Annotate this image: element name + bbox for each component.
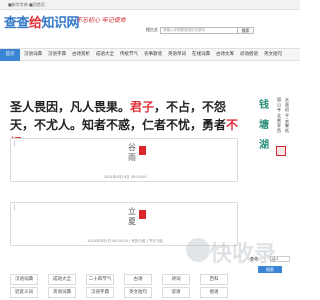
nav-item[interactable]: 在线词典: [190, 49, 212, 61]
category-link[interactable]: 诗词: [162, 274, 190, 285]
search-bar: 搜古文 请输入你想要搜索的关键词 搜索: [146, 26, 254, 34]
nav-item[interactable]: 汉语词典: [22, 49, 44, 61]
card-title: 谷雨: [128, 143, 136, 162]
nav-item[interactable]: 传统节气: [118, 49, 140, 61]
search-label: 搜古文: [146, 27, 158, 32]
search-input[interactable]: 请输入你想要搜索的关键词: [160, 26, 238, 34]
card-title: 立夏: [128, 207, 136, 226]
side-poem-title[interactable]: 钱塘湖: [258, 96, 270, 156]
category-link[interactable]: 百科: [200, 274, 228, 285]
site-logo[interactable]: 查查给知识网: [4, 12, 80, 31]
nav-item[interactable]: 谚语俗语: [238, 49, 260, 61]
nav-item-home[interactable]: 首页: [0, 49, 20, 61]
nav-item[interactable]: 农事歌谣: [142, 49, 164, 61]
nav-item[interactable]: 汉语字典: [46, 49, 68, 61]
category-link[interactable]: 汉语词典: [10, 274, 38, 285]
watermark-logo-icon: [186, 238, 210, 262]
top-links[interactable]: ■新华字典 ■回首页: [8, 2, 45, 8]
site-slogan: 不忘初心 牢记使命: [76, 17, 126, 24]
side-poem-line: 水面初平云脚低: [285, 97, 289, 134]
category-link[interactable]: 近反义词: [10, 287, 38, 298]
category-link[interactable]: 英文短句: [124, 287, 152, 298]
category-link[interactable]: 汉语字典: [86, 287, 114, 298]
search-button[interactable]: 搜索: [238, 26, 254, 34]
nav-item[interactable]: 古诗文库: [214, 49, 236, 61]
top-bar: ■新华字典 ■回首页: [0, 0, 300, 10]
category-link[interactable]: 谚语: [162, 287, 190, 298]
nav-item[interactable]: 英文短句: [262, 49, 284, 61]
image-placeholder-icon: ▏: [14, 205, 18, 211]
solar-term-card[interactable]: ▏ 谷雨 2024年4月19日 09:00:00: [10, 138, 238, 182]
card-meta: 2024年4月19日 09:00:00: [103, 175, 147, 179]
main-nav: 首页 汉语词典 汉语字典 古诗赏析 成语大全 传统节气 农事歌谣 英语单词 在线…: [0, 48, 300, 61]
watermark: 快收录: [210, 242, 277, 267]
image-placeholder-icon: ▏: [14, 141, 18, 147]
category-link[interactable]: 俗语: [200, 287, 228, 298]
side-poem-line: 孤山寺北贾亭西: [277, 97, 281, 134]
nav-item[interactable]: 古诗赏析: [70, 49, 92, 61]
nav-item[interactable]: 成语大全: [94, 49, 116, 61]
red-seal-icon: [139, 210, 146, 219]
category-link[interactable]: 古诗: [124, 274, 152, 285]
category-link[interactable]: 二十四节气: [86, 274, 114, 285]
category-link[interactable]: 成语大全: [48, 274, 76, 285]
category-link[interactable]: 英语词典: [48, 287, 76, 298]
red-seal-icon: [139, 146, 146, 155]
side-seal-icon: [276, 146, 286, 156]
nav-item[interactable]: 英语单词: [166, 49, 188, 61]
